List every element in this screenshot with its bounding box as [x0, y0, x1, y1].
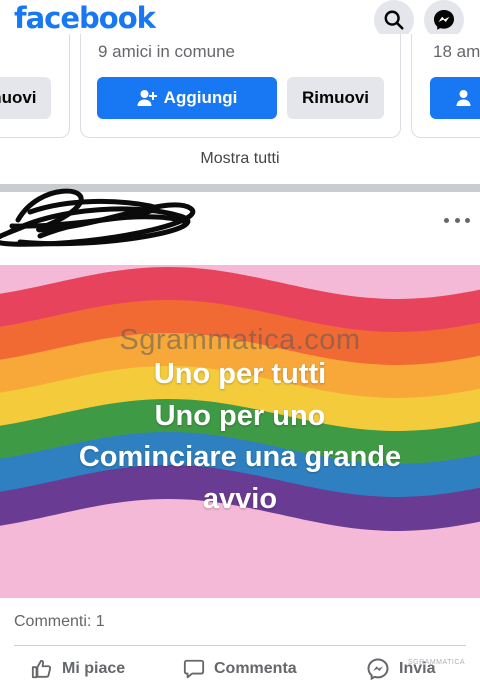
caption-line: Cominciare una grande: [78, 441, 402, 473]
suggestion-card: 18 amici in comune: [411, 34, 480, 138]
add-user-icon: [456, 90, 471, 106]
remove-button[interactable]: Rimuovi: [287, 77, 384, 119]
redacted-author-scribble: [0, 188, 196, 247]
like-button[interactable]: Mi piace: [31, 654, 125, 684]
caption-line: avvio: [202, 482, 278, 515]
messenger-icon: [367, 658, 389, 681]
action-separator: [14, 645, 466, 646]
watermark-text: Sgrammatica.com: [119, 324, 361, 356]
facebook-logo[interactable]: facebook: [14, 1, 156, 35]
comment-icon: [183, 659, 205, 679]
add-friend-label: Aggiungi: [163, 88, 238, 107]
image-caption: Uno per tutti Uno per uno Cominciare una…: [0, 354, 480, 520]
suggestion-card: 9 amici in comune Aggiungi Rimuovi: [80, 34, 401, 138]
friend-suggestions: Rimuovi 9 amici in comune Aggiungi Rimuo…: [0, 34, 480, 184]
like-label: Mi piace: [62, 660, 126, 677]
caption-line: Uno per tutti: [153, 358, 327, 390]
mutual-friends-count: 9 amici in comune: [98, 42, 236, 61]
caption-line: Uno per uno: [154, 399, 326, 432]
add-friend-button[interactable]: Aggiungi: [97, 77, 277, 119]
corner-watermark: SGRAMMATICA: [408, 659, 466, 666]
show-all-link[interactable]: Mostra tutti: [0, 150, 480, 168]
more-options-icon[interactable]: [444, 213, 470, 227]
search-icon: [384, 10, 404, 30]
post-image[interactable]: Sgrammatica.com Uno per tutti Uno per un…: [0, 265, 480, 598]
add-user-icon: [137, 90, 157, 106]
messenger-icon: [434, 10, 454, 30]
mutual-friends-count: 18 amici in comune: [433, 42, 480, 61]
comment-label: Commenta: [214, 660, 297, 677]
suggestion-card: Rimuovi: [0, 34, 70, 138]
add-friend-button[interactable]: [430, 77, 480, 119]
comments-count[interactable]: Commenti: 1: [14, 613, 105, 631]
remove-button[interactable]: Rimuovi: [0, 77, 51, 119]
comment-button[interactable]: Commenta: [183, 654, 297, 684]
thumbs-up-icon: [31, 659, 52, 679]
